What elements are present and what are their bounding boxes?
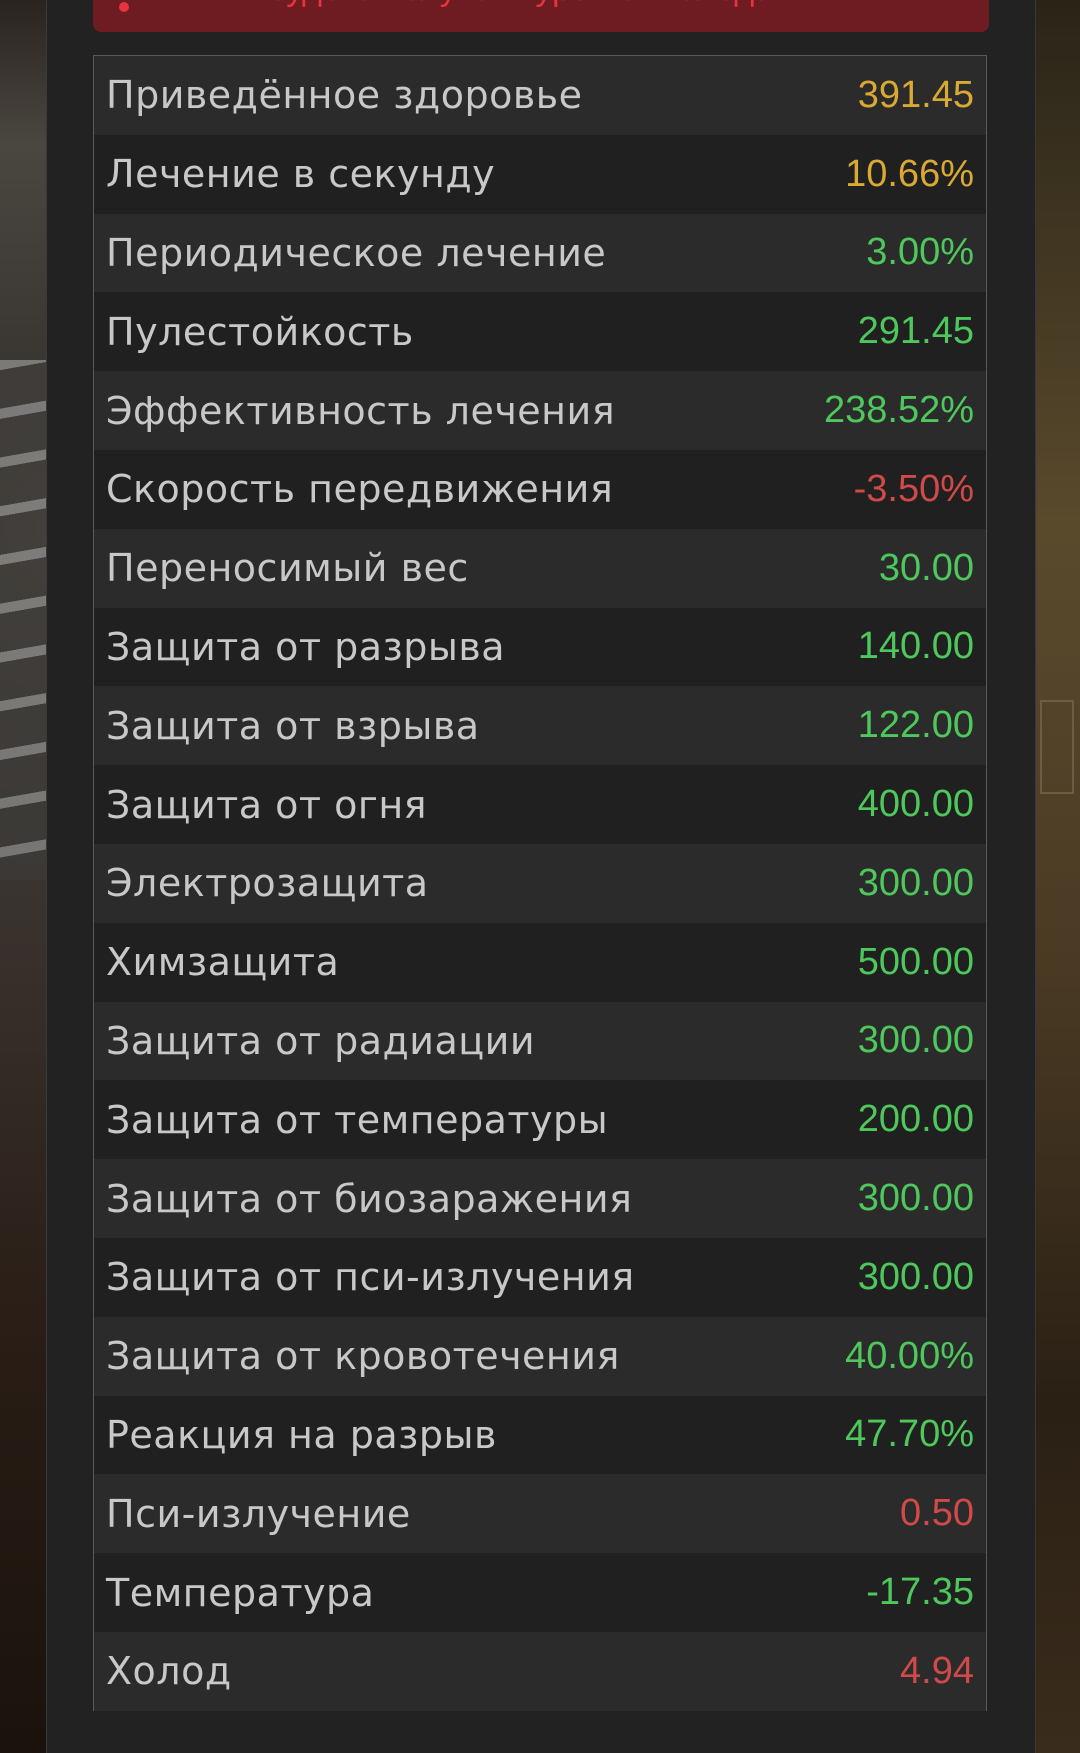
stat-label: Пси-излучение — [106, 1491, 411, 1536]
stat-value: 30.00 — [878, 546, 974, 589]
stat-label: Периодическое лечение — [106, 230, 607, 275]
stat-label: Скорость передвижения — [106, 467, 614, 512]
stat-row: Реакция на разрыв 47.70% — [94, 1395, 986, 1475]
stat-label: Приведённое здоровье — [106, 73, 583, 118]
stat-row: Пулестойкость 291.45 — [94, 292, 986, 372]
stat-value: 400.00 — [857, 783, 974, 826]
stat-value: 10.66% — [845, 152, 974, 195]
warning-text: Вы будете получать урон от холода — [211, 0, 773, 9]
stat-value: 238.52% — [823, 389, 974, 432]
stat-value: 0.50 — [900, 1492, 974, 1535]
stat-label: Эффективность лечения — [106, 388, 616, 433]
stat-row: Приведённое здоровье 391.45 — [94, 56, 986, 135]
stat-value: 47.70% — [845, 1413, 974, 1456]
stat-label: Защита от температуры — [106, 1097, 609, 1142]
stat-row: Химзащита 500.00 — [94, 922, 986, 1002]
background-left-stripes — [0, 360, 48, 880]
stat-value: 40.00% — [845, 1334, 974, 1377]
stat-label: Переносимый вес — [106, 546, 469, 591]
stat-row: Защита от пси-излучения 300.00 — [94, 1237, 986, 1317]
cold-warning-banner: Вы будете получать урон от холода — [93, 0, 989, 32]
stat-value: 3.00% — [866, 231, 974, 274]
stat-label: Температура — [106, 1570, 375, 1615]
stat-label: Лечение в секунду — [106, 152, 496, 197]
stat-label: Защита от пси-излучения — [106, 1255, 635, 1300]
stat-row: Защита от радиации 300.00 — [94, 1001, 986, 1081]
stats-table: Приведённое здоровье 391.45 Лечение в секу… — [93, 55, 987, 1711]
stat-value: 300.00 — [857, 1019, 974, 1062]
stat-label: Пулестойкость — [106, 309, 414, 354]
stat-label: Защита от взрыва — [106, 703, 480, 748]
stat-row: Защита от температуры 200.00 — [94, 1080, 986, 1160]
stat-value: -17.35 — [866, 1571, 974, 1614]
stat-row: Периодическое лечение 3.00% — [94, 213, 986, 293]
stat-row: Защита от кровотечения 40.00% — [94, 1316, 986, 1396]
stat-row: Температура -17.35 — [94, 1553, 986, 1632]
stat-row: Защита от биозаражения 300.00 — [94, 1159, 986, 1238]
stat-value: 300.00 — [857, 1255, 974, 1298]
stat-value: 300.00 — [857, 861, 974, 904]
stat-row: Скорость передвижения -3.50% — [94, 449, 986, 529]
stat-value: 4.94 — [900, 1649, 974, 1692]
warning-bullet-icon — [119, 2, 129, 12]
stat-row: Холод 4.94 — [94, 1631, 986, 1711]
background-left-top — [0, 0, 48, 360]
stat-value: 500.00 — [857, 940, 974, 983]
stat-value: 122.00 — [857, 704, 974, 747]
background-right-detail — [1040, 700, 1074, 794]
stat-row: Пси-излучение 0.50 — [94, 1474, 986, 1554]
stat-value: 200.00 — [857, 1098, 974, 1141]
stat-label: Защита от биозаражения — [106, 1176, 633, 1221]
stat-label: Защита от огня — [106, 782, 428, 827]
stat-row: Защита от огня 400.00 — [94, 765, 986, 844]
stat-label: Защита от разрыва — [106, 624, 506, 669]
stat-row: Эффективность лечения 238.52% — [94, 371, 986, 450]
stat-label: Холод — [106, 1649, 232, 1694]
background-right — [1032, 0, 1080, 1753]
stat-value: 391.45 — [857, 73, 974, 116]
stat-label: Защита от кровотечения — [106, 1334, 620, 1379]
stat-label: Реакция на разрыв — [106, 1412, 497, 1457]
stat-label: Химзащита — [106, 940, 340, 985]
stat-row: Электрозащита 300.00 — [94, 843, 986, 923]
stat-value: 291.45 — [857, 310, 974, 353]
background-left-bottom — [0, 880, 48, 1753]
stat-row: Лечение в секунду 10.66% — [94, 134, 986, 214]
stat-value: 140.00 — [857, 625, 974, 668]
stat-row: Переносимый вес 30.00 — [94, 528, 986, 608]
stat-label: Защита от радиации — [106, 1018, 536, 1063]
stat-value: 300.00 — [857, 1177, 974, 1220]
stat-value: -3.50% — [853, 467, 974, 510]
stat-row: Защита от разрыва 140.00 — [94, 607, 986, 687]
stats-panel: Вы будете получать урон от холода Привед… — [46, 0, 1036, 1753]
stat-row: Защита от взрыва 122.00 — [94, 686, 986, 766]
stat-label: Электрозащита — [106, 861, 429, 906]
